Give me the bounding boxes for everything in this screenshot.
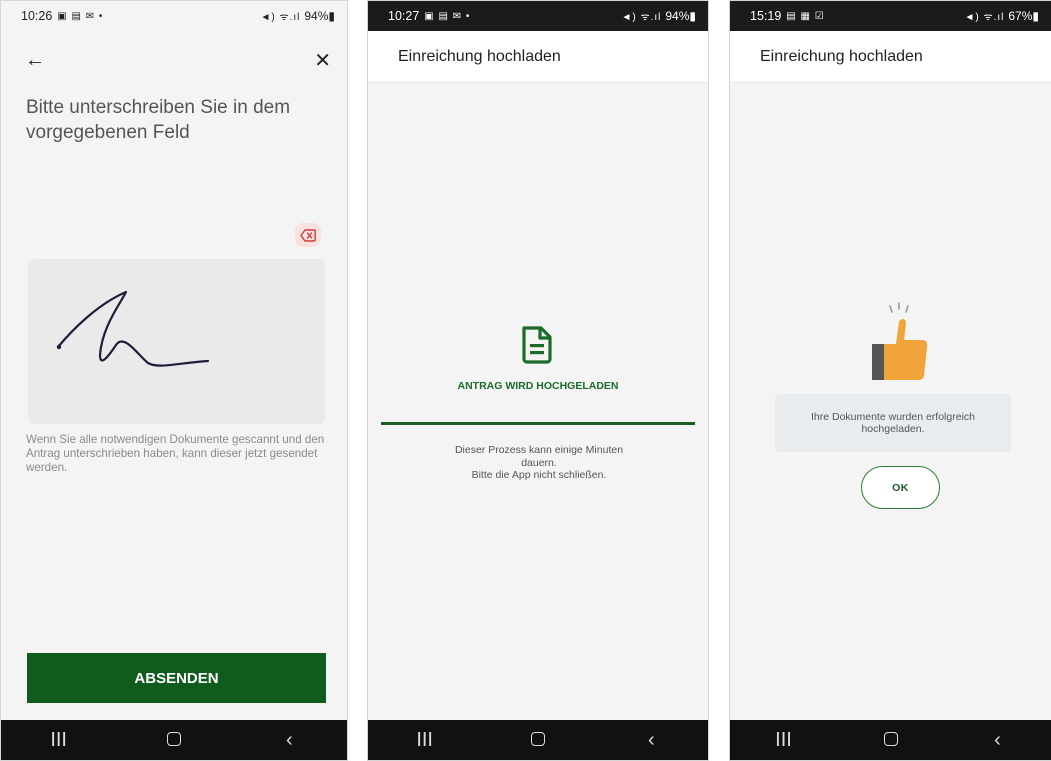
document-icon xyxy=(522,326,552,364)
back-button[interactable]: ‹ xyxy=(973,729,1023,752)
upload-status-text: ANTRAG WIRD HOCHGELADEN xyxy=(457,380,619,392)
note-line: dauern. xyxy=(521,456,557,469)
note-line: Dieser Prozess kann einige Minuten xyxy=(454,444,624,456)
signal-wifi-icons: ◄) ᯤ.ıl xyxy=(964,12,1005,23)
notification-icons: ▣ ▤ ✉ • xyxy=(424,10,471,22)
system-nav-bar: III ‹ xyxy=(368,720,708,760)
upload-success-screen: 15:19 ▤ ▦ ☑ ◄) ᯤ.ıl 67%▮ Einreichung hoc… xyxy=(729,0,1051,761)
notification-icons: ▤ ▦ ☑ xyxy=(786,10,825,22)
home-icon xyxy=(530,731,545,746)
backspace-icon xyxy=(300,228,316,242)
home-icon xyxy=(883,731,898,746)
back-button[interactable]: ‹ xyxy=(626,729,676,752)
battery-indicator: 94%▮ xyxy=(304,9,335,23)
signal-wifi-icons: ◄) ᯤ.ıl xyxy=(260,12,301,23)
status-time: 10:26 xyxy=(21,9,53,23)
home-button[interactable] xyxy=(149,729,199,752)
status-time: 10:27 xyxy=(388,9,420,23)
status-bar: 10:26 ▣ ▤ ✉ • ◄) ᯤ.ıl 94%▮ xyxy=(1,1,347,31)
back-button[interactable]: ‹ xyxy=(264,729,314,752)
uploading-screen: 10:27 ▣ ▤ ✉ • ◄) ᯤ.ıl 94%▮ Einreichung h… xyxy=(367,0,709,761)
page-title: Einreichung hochladen xyxy=(368,31,708,83)
submit-button[interactable]: ABSENDEN xyxy=(27,653,326,703)
signature-drawing xyxy=(56,290,210,367)
close-icon[interactable]: ✕ xyxy=(314,48,331,73)
home-button[interactable] xyxy=(866,729,916,752)
success-message: Ihre Dokumente wurden erfolgreich hochge… xyxy=(775,394,1011,452)
status-bar: 10:27 ▣ ▤ ✉ • ◄) ᯤ.ıl 94%▮ xyxy=(368,1,708,31)
upload-progress-bar xyxy=(381,422,695,425)
note-line: Bitte die App nicht schließen. xyxy=(471,469,607,481)
status-time: 15:19 xyxy=(750,9,782,23)
ok-button[interactable]: OK xyxy=(861,466,940,509)
hint-text: Wenn Sie alle notwendigen Dokumente gesc… xyxy=(26,433,325,474)
signature-screen: 10:26 ▣ ▤ ✉ • ◄) ᯤ.ıl 94%▮ ← ✕ Bitte unt… xyxy=(0,0,348,761)
system-nav-bar: III ‹ xyxy=(1,720,347,760)
signature-pad[interactable] xyxy=(28,259,325,424)
system-nav-bar: III ‹ xyxy=(730,720,1051,760)
notification-icons: ▣ ▤ ✉ • xyxy=(57,10,104,22)
top-bar: ← ✕ xyxy=(25,43,331,77)
status-bar: 15:19 ▤ ▦ ☑ ◄) ᯤ.ıl 67%▮ xyxy=(730,1,1051,31)
page-title: Einreichung hochladen xyxy=(730,31,1051,83)
page-title: Bitte unterschreiben Sie in dem vorgegeb… xyxy=(26,97,291,143)
process-note: Dieser Prozess kann einige Minuten dauer… xyxy=(428,444,650,482)
clear-signature-button[interactable] xyxy=(295,223,321,247)
upload-progress-fill xyxy=(381,422,695,425)
signal-wifi-icons: ◄) ᯤ.ıl xyxy=(621,12,662,23)
recent-apps-button[interactable]: III xyxy=(34,729,84,752)
home-icon xyxy=(166,731,181,746)
recent-apps-button[interactable]: III xyxy=(759,729,809,752)
thumbs-up-icon xyxy=(872,302,928,380)
recent-apps-button[interactable]: III xyxy=(400,729,450,752)
battery-indicator: 94%▮ xyxy=(665,9,696,23)
home-button[interactable] xyxy=(513,729,563,752)
back-arrow-icon[interactable]: ← xyxy=(25,49,45,72)
battery-indicator: 67%▮ xyxy=(1008,9,1039,23)
